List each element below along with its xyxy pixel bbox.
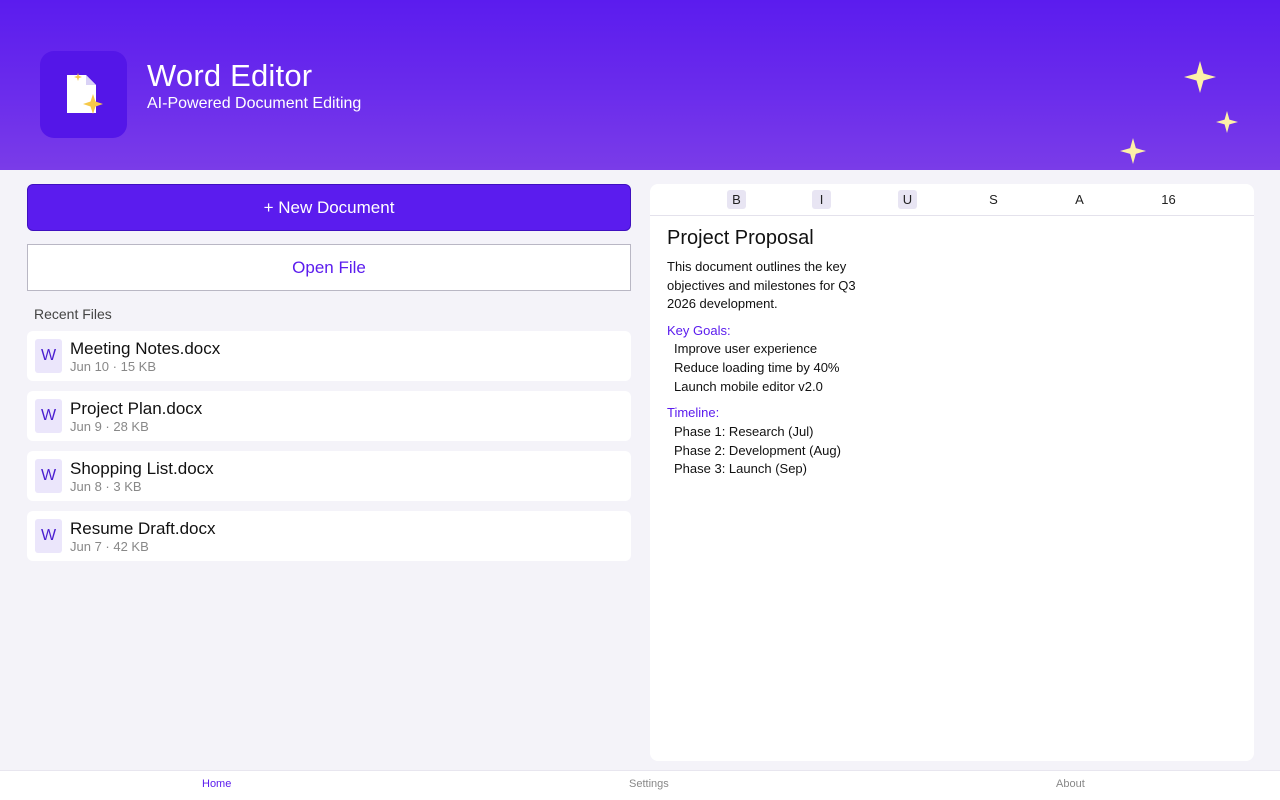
document-editor: B I U S A 16 Project Proposal This docum…: [650, 184, 1254, 761]
sparkle-icon: [1184, 61, 1216, 93]
list-item: Improve user experience: [674, 341, 818, 356]
recent-files-label: Recent Files: [34, 306, 112, 322]
document-content[interactable]: Project Proposal This document outlines …: [667, 226, 1227, 479]
file-name: Meeting Notes.docx: [70, 339, 221, 358]
sparkle-icon: [1120, 138, 1146, 164]
word-file-icon: W: [35, 519, 62, 553]
document-sparkle-icon: [67, 73, 103, 114]
nav-about[interactable]: About: [1056, 778, 1085, 790]
document-intro: This document outlines the key objective…: [667, 259, 856, 311]
section-heading: Timeline:: [667, 405, 720, 421]
app-header: Word Editor AI-Powered Document Editing: [0, 0, 1280, 170]
list-item: Phase 2: Development (Aug): [674, 442, 841, 458]
list-item[interactable]: W Shopping List.docx Jun 8 · 3 KB: [27, 451, 631, 501]
nav-home[interactable]: Home: [202, 778, 231, 790]
strikethrough-button[interactable]: S: [984, 190, 1003, 209]
word-file-icon: W: [35, 339, 62, 373]
word-file-icon: W: [35, 459, 62, 493]
file-meta: Jun 10 · 15 KB: [70, 359, 156, 374]
document-title: Project Proposal: [667, 227, 814, 249]
file-meta: Jun 9 · 28 KB: [70, 419, 149, 434]
list-item: Phase 3: Launch (Sep): [674, 461, 807, 477]
bold-button[interactable]: B: [727, 190, 746, 209]
section-heading: Key Goals:: [667, 322, 731, 338]
list-item: Reduce loading time by 40%: [674, 359, 840, 375]
new-document-button[interactable]: + New Document: [27, 184, 631, 231]
list-item[interactable]: W Resume Draft.docx Jun 7 · 42 KB: [27, 511, 631, 561]
file-name: Project Plan.docx: [70, 399, 203, 418]
word-file-icon: W: [35, 399, 62, 433]
bottom-nav: Home Settings About: [0, 770, 1280, 800]
list-item: Phase 1: Research (Jul): [674, 423, 814, 439]
file-name: Resume Draft.docx: [70, 519, 216, 538]
file-meta: Jun 7 · 42 KB: [70, 539, 149, 554]
file-name: Shopping List.docx: [70, 459, 214, 478]
app-subtitle: AI-Powered Document Editing: [147, 95, 362, 112]
nav-settings[interactable]: Settings: [629, 778, 669, 790]
app-logo: [40, 51, 127, 138]
underline-button[interactable]: U: [898, 190, 917, 209]
file-meta: Jun 8 · 3 KB: [70, 479, 142, 494]
font-size-button[interactable]: 16: [1159, 190, 1178, 209]
text-color-button[interactable]: A: [1070, 190, 1089, 209]
italic-button[interactable]: I: [812, 190, 831, 209]
format-toolbar: B I U S A 16: [650, 184, 1254, 216]
list-item[interactable]: W Project Plan.docx Jun 9 · 28 KB: [27, 391, 631, 441]
list-item: Launch mobile editor v2.0: [674, 378, 823, 394]
app-title: Word Editor: [147, 58, 313, 93]
sparkle-icon: [1216, 111, 1238, 133]
open-file-button[interactable]: Open File: [27, 244, 631, 291]
list-item[interactable]: W Meeting Notes.docx Jun 10 · 15 KB: [27, 331, 631, 381]
